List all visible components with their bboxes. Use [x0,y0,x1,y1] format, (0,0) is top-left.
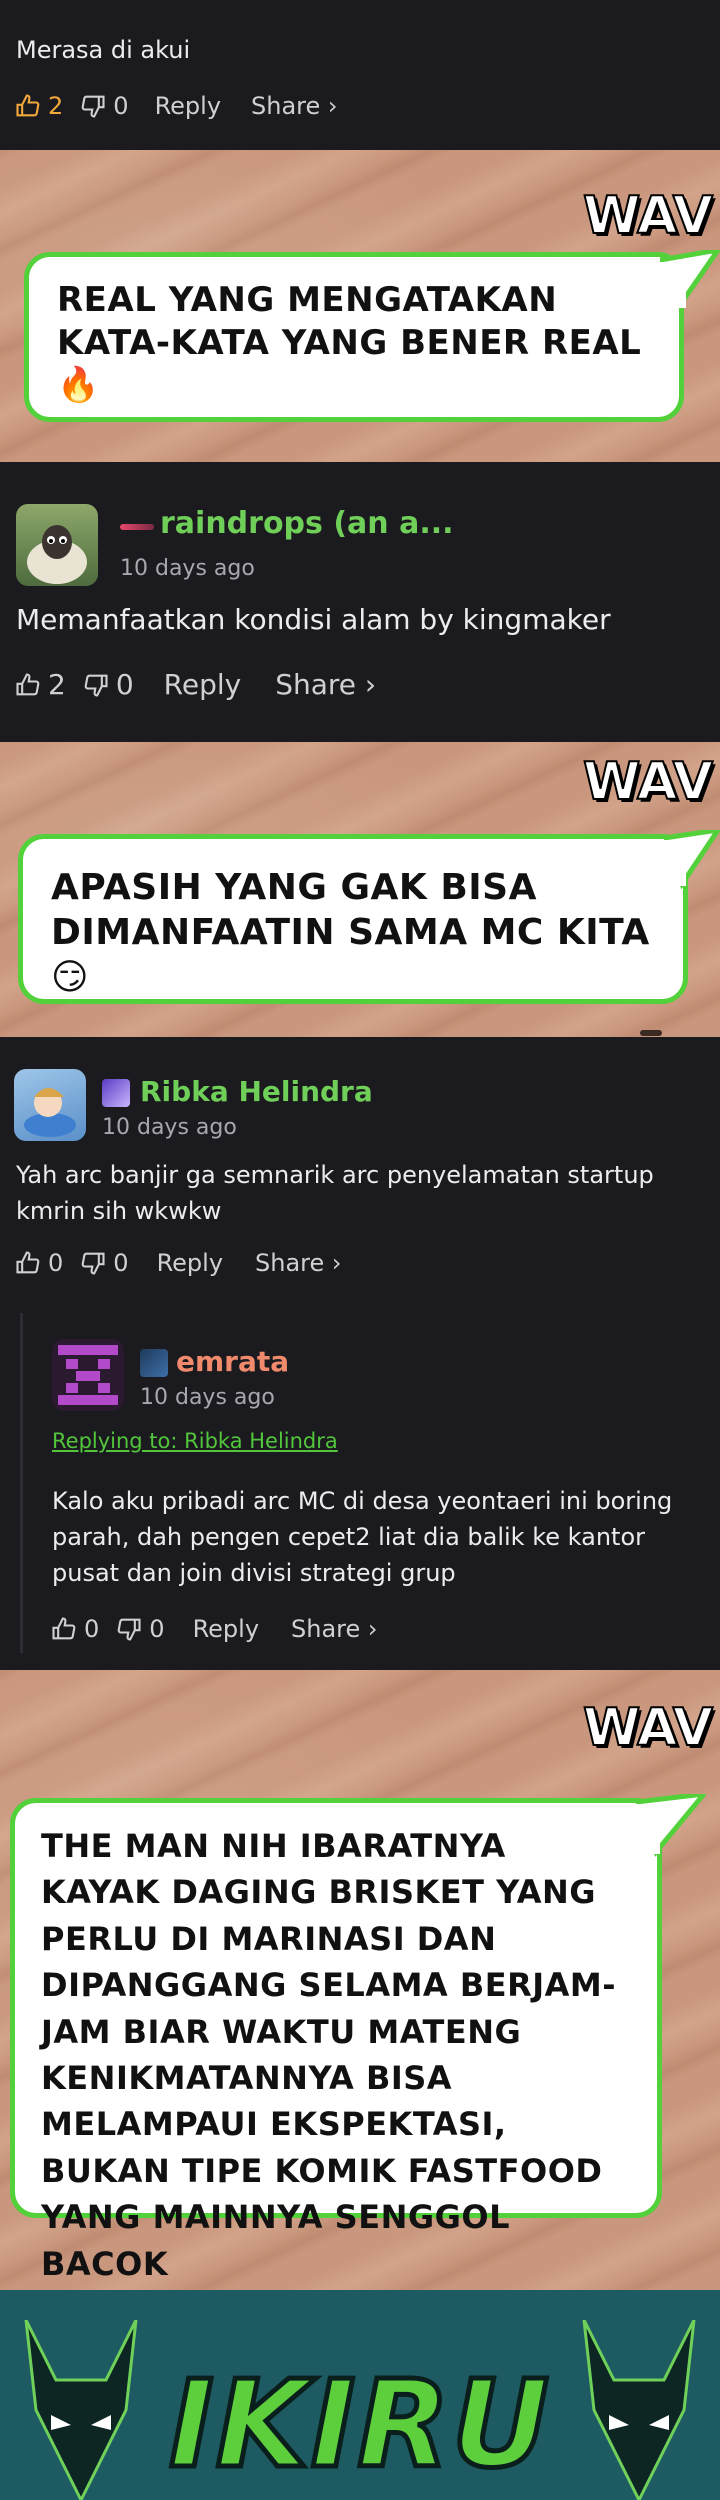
comic-panel-3: WAV THE MAN NIH IBARATNYA KAYAK DAGING B… [0,1670,720,2290]
comic-panel-1: WAV REAL YANG MENGATAKAN KATA-KATA YANG … [0,150,720,462]
avatar[interactable] [16,504,98,586]
dislike-button[interactable]: 0 [82,668,134,701]
dislike-button[interactable]: 0 [79,1249,129,1277]
reply-button[interactable]: Reply [164,668,242,701]
dislike-count: 0 [113,92,129,120]
comic-panel-2: WAV APASIH YANG GAK BISA DIMANFAATIN SAM… [0,742,720,1037]
comment-actions: 2 0 Reply Share › [14,92,338,120]
comment-1: Merasa di akui 2 0 Reply Share › [0,0,720,150]
reply-button[interactable]: Reply [157,1249,223,1277]
user-badge [140,1349,168,1377]
timestamp: 10 days ago [120,556,255,581]
speech-bubble: THE MAN NIH IBARATNYA KAYAK DAGING BRISK… [10,1798,662,2283]
replying-to-link[interactable]: Replying to: Ribka Helindra [52,1429,338,1453]
brand-watermark: WAV [582,185,714,247]
reply-button[interactable]: Reply [155,92,221,120]
dark-speck [640,1030,662,1036]
speech-text: THE MAN NIH IBARATNYA KAYAK DAGING BRISK… [41,1827,617,2283]
username[interactable]: raindrops (an a... [160,506,454,541]
comment-actions: 0 0 Reply Share › [14,1249,342,1277]
share-button[interactable]: Share › [251,92,337,120]
speech-text: REAL YANG MENGATAKAN KATA-KATA YANG BENE… [57,280,642,405]
like-count: 2 [48,92,64,120]
speech-bubble: REAL YANG MENGATAKAN KATA-KATA YANG BENE… [24,252,684,422]
thumbs-up-icon [16,94,40,117]
comment-2: raindrops (an a... 10 days ago Memanfaat… [0,462,720,742]
thumbs-down-icon [84,674,108,697]
like-button[interactable]: 2 [14,668,66,701]
pixel-icon [58,1345,118,1405]
brand-watermark: WAV [582,751,714,813]
jackal-head-left-icon [24,2320,138,2500]
dislike-count: 0 [149,1615,165,1643]
comment-text: Merasa di akui [16,36,191,64]
username[interactable]: emrata [176,1345,289,1378]
user-badge [102,1079,130,1107]
jackal-head-right-icon [582,2320,696,2500]
bubble-tail [636,1794,706,1857]
like-count: 0 [48,1249,64,1277]
timestamp: 10 days ago [140,1385,275,1410]
reply-button[interactable]: Reply [193,1615,259,1643]
dislike-button[interactable]: 0 [79,92,129,120]
thumbs-down-icon [81,1252,105,1275]
thumbs-down-icon [81,95,105,118]
like-button[interactable]: 0 [50,1615,99,1643]
share-button[interactable]: Share › [255,1249,341,1277]
bubble-tail [660,250,720,310]
thumbs-up-icon [16,1251,40,1274]
dislike-count: 0 [113,1249,129,1277]
comment-actions: 0 0 Reply Share › [50,1615,378,1643]
thumbs-up-icon [52,1617,76,1640]
comment-text: Yah arc banjir ga semnarik arc penyelama… [16,1161,654,1225]
thumbs-down-icon [117,1618,141,1641]
speech-text: APASIH YANG GAK BISA DIMANFAATIN SAMA MC… [51,867,650,998]
like-button[interactable]: 0 [14,1249,63,1277]
like-button[interactable]: 2 [14,92,63,120]
avatar[interactable] [14,1069,86,1141]
avatar[interactable] [52,1339,124,1411]
user-badge [120,524,154,530]
reply-thread-line [20,1313,23,1653]
dislike-button[interactable]: 0 [115,1615,165,1643]
comment-actions: 2 0 Reply Share › [14,668,376,701]
like-count: 0 [84,1615,100,1643]
site-logo[interactable]: IKIRU [166,2350,551,2500]
like-count: 2 [48,668,66,701]
share-button[interactable]: Share › [291,1615,377,1643]
share-button[interactable]: Share › [275,668,376,701]
username[interactable]: Ribka Helindra [140,1075,373,1108]
timestamp: 10 days ago [102,1115,237,1140]
bubble-tail [664,830,720,890]
brand-watermark: WAV [582,1697,714,1759]
sheep-icon [27,525,87,584]
thumbs-up-icon [16,672,40,695]
speech-bubble: APASIH YANG GAK BISA DIMANFAATIN SAMA MC… [18,834,688,1004]
comment-text: Kalo aku pribadi arc MC di desa yeontaer… [52,1487,673,1587]
comment-3: Ribka Helindra 10 days ago Yah arc banji… [0,1037,720,1670]
comment-text: Memanfaatkan kondisi alam by kingmaker [16,603,611,636]
character-icon [24,1088,76,1137]
dislike-count: 0 [115,668,134,701]
